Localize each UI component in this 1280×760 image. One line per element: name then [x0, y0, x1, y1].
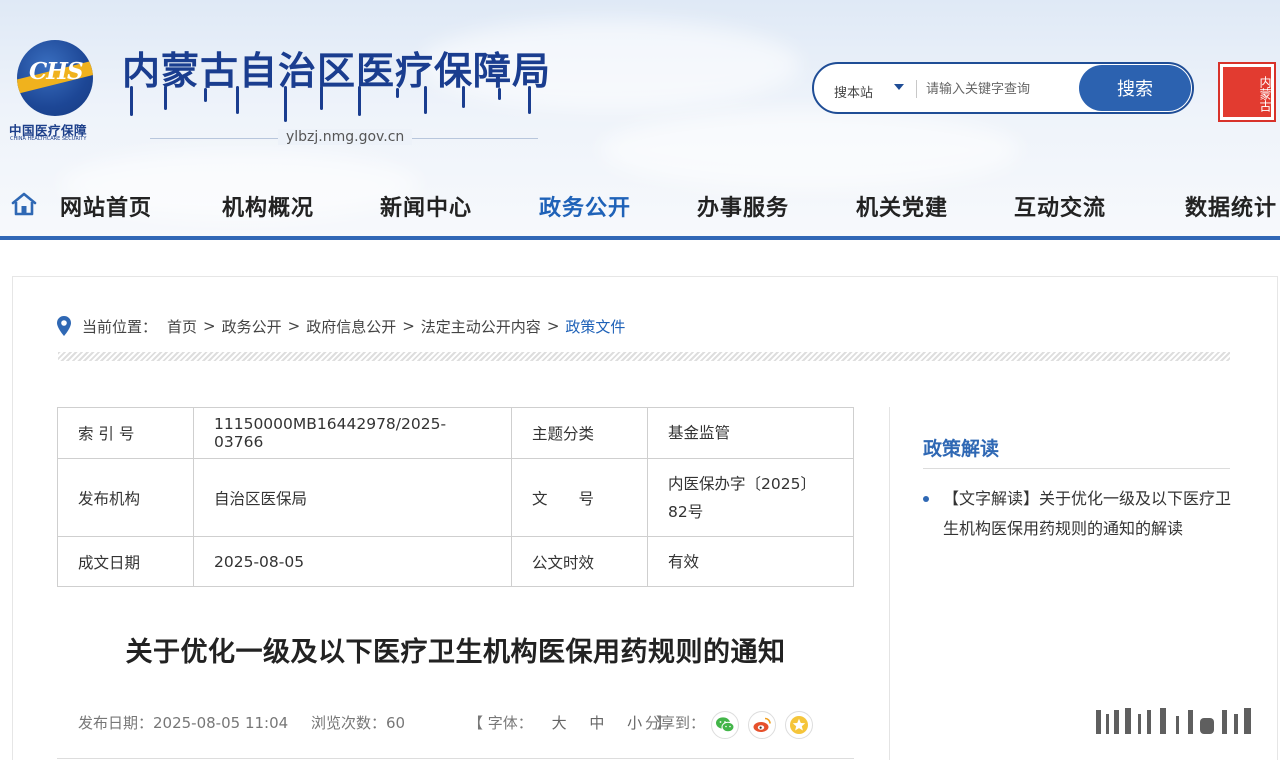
breadcrumb-label: 当前位置：	[82, 317, 158, 336]
logo-english-text: CHINA HEALTHCARE SECURITY	[10, 136, 87, 142]
font-size-medium[interactable]: 中	[589, 714, 604, 732]
nav-item-news[interactable]: 新闻中心	[380, 190, 472, 222]
wechat-icon[interactable]	[711, 711, 739, 739]
breadcrumb-item-gov-affairs[interactable]: 政务公开	[222, 316, 282, 337]
breadcrumb-separator: >	[287, 317, 301, 335]
nav-item-gov-affairs[interactable]: 政务公开	[539, 190, 631, 222]
breadcrumb-separator: >	[203, 317, 216, 335]
meta-value-date: 2025-08-05	[193, 536, 512, 587]
sidebar-item-interpretation[interactable]: 【文字解读】关于优化一级及以下医疗卫生机构医保用药规则的通知的解读	[943, 484, 1233, 544]
font-label: 【 字体：	[468, 714, 533, 732]
font-size-large[interactable]: 大	[552, 714, 567, 732]
meta-value-index: 11150000MB16442978/2025-03766	[193, 407, 512, 459]
mongolian-seal-logo[interactable]: 内蒙古	[1218, 62, 1276, 122]
meta-key-doc-number: 文 号	[511, 458, 648, 537]
table-row: 成文日期 2025-08-05 公文时效 有效	[57, 536, 854, 587]
table-row: 发布机构 自治区医保局 文 号 内医保办字〔2025〕82号	[57, 458, 854, 537]
nav-item-home[interactable]: 网站首页	[60, 190, 152, 222]
hatched-divider	[58, 352, 1230, 361]
font-size-small[interactable]: 小	[627, 714, 642, 732]
table-row: 索 引 号 11150000MB16442978/2025-03766 主题分类…	[57, 407, 854, 459]
meta-value-topic: 基金监管	[647, 407, 854, 459]
weibo-icon[interactable]	[748, 711, 776, 739]
font-size-control: 【 字体： 大 中 小 】	[468, 712, 671, 733]
nav-item-party[interactable]: 机关党建	[856, 190, 948, 222]
breadcrumb-separator: >	[402, 317, 415, 335]
chs-logo[interactable]: CHS 中国医疗保障 CHINA HEALTHCARE SECURITY	[8, 38, 100, 148]
breadcrumb-item-info-disclosure[interactable]: 政府信息公开	[306, 316, 396, 337]
search-input[interactable]	[926, 76, 1076, 102]
nav-item-interaction[interactable]: 互动交流	[1014, 190, 1106, 222]
breadcrumb-separator: >	[546, 317, 560, 335]
meta-key-topic: 主题分类	[511, 407, 648, 459]
search-divider	[916, 80, 917, 98]
breadcrumb-item-current[interactable]: 政策文件	[565, 316, 625, 337]
sidebar-title: 政策解读	[923, 438, 1000, 460]
share-label: 分享到：	[645, 714, 706, 732]
meta-value-doc-number: 内医保办字〔2025〕82号	[647, 458, 854, 537]
seal-text: 内蒙古	[1223, 67, 1272, 117]
main-nav: 网站首页 机构概况 新闻中心 政务公开 办事服务 机关党建 互动交流 数据统计	[0, 176, 1280, 236]
chevron-down-icon[interactable]	[894, 84, 904, 90]
nav-item-statistics[interactable]: 数据统计	[1185, 190, 1277, 222]
document-metadata-table: 索 引 号 11150000MB16442978/2025-03766 主题分类…	[57, 407, 854, 587]
meta-key-index: 索 引 号	[57, 407, 194, 459]
meta-value-publisher: 自治区医保局	[193, 458, 512, 537]
favorite-star-icon[interactable]	[785, 711, 813, 739]
nav-item-about[interactable]: 机构概况	[222, 190, 314, 222]
search-scope-select[interactable]: 搜本站	[834, 82, 873, 101]
mongolian-script-title	[124, 86, 542, 122]
article-info: 发布日期：2025-08-05 11:04 浏览次数：60	[78, 712, 423, 733]
location-pin-icon	[57, 316, 71, 336]
article-title: 关于优化一级及以下医疗卫生机构医保用药规则的通知	[125, 637, 786, 668]
breadcrumb-item-statutory[interactable]: 法定主动公开内容	[421, 316, 541, 337]
meta-key-date: 成文日期	[57, 536, 194, 587]
breadcrumb-item-home[interactable]: 首页	[167, 316, 197, 337]
chs-globe-emblem: CHS	[17, 40, 93, 116]
nav-underline-bar	[0, 236, 1280, 240]
breadcrumb: 当前位置： 首页 > 政务公开 > 政府信息公开 > 法定主动公开内容 > 政策…	[56, 314, 625, 338]
publish-date: 发布日期：2025-08-05 11:04	[78, 714, 289, 732]
nav-item-services[interactable]: 办事服务	[697, 190, 789, 222]
meta-value-validity: 有效	[647, 536, 854, 587]
column-divider	[889, 407, 890, 760]
view-count: 浏览次数：60	[310, 714, 406, 732]
list-bullet	[923, 496, 929, 502]
meta-key-publisher: 发布机构	[57, 458, 194, 537]
article-divider	[57, 758, 854, 759]
search-bar: 搜本站 搜索	[812, 62, 1194, 114]
logo-mark-text: CHS	[29, 58, 84, 85]
sidebar-divider	[923, 468, 1230, 469]
home-icon[interactable]	[10, 190, 38, 218]
watermark-mark	[1096, 708, 1251, 734]
meta-key-validity: 公文时效	[511, 536, 648, 587]
search-button[interactable]: 搜索	[1079, 65, 1191, 111]
site-domain: ylbzj.nmg.gov.cn	[278, 129, 413, 145]
